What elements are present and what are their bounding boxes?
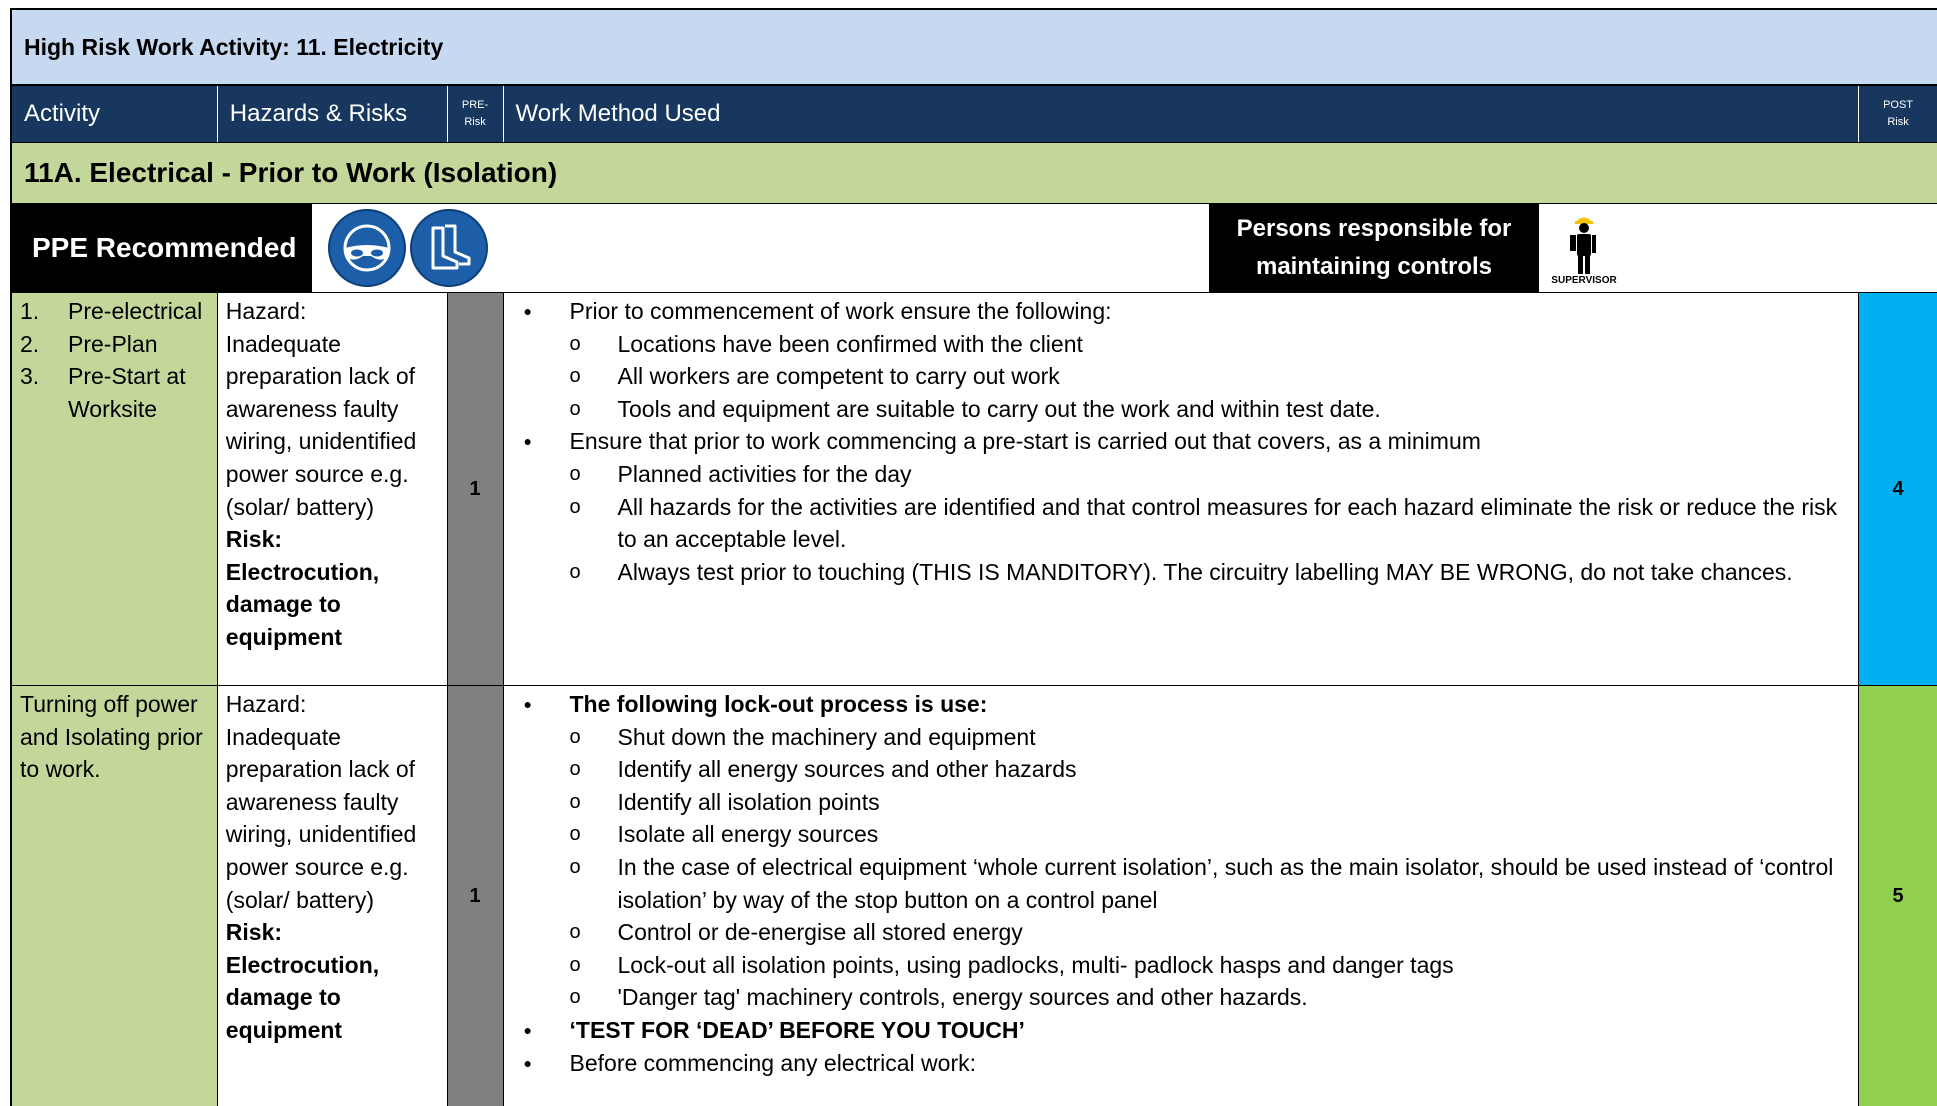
risk-label: Risk: [225,919,283,946]
method-text: Control or de-energise all stored energy [617,919,1023,946]
header-post-line1: POST [1883,99,1914,111]
pre-risk-rating: 1 [447,686,504,1106]
list-text: Pre-Plan [68,330,158,357]
risk-text: Electrocution, damage to equipment [225,951,380,1043]
activity-cell: Turning off power and Isolating prior to… [12,686,218,1106]
method-text: Prior to commencement of work ensure the… [569,298,1112,324]
page-title: High Risk Work Activity: 11. Electricity [10,8,1937,86]
hazard-text: Inadequate preparation lack of awareness… [225,723,417,913]
ppe-icons [312,204,1209,292]
method-text: All workers are competent to carry out w… [617,363,1060,390]
header-hazards: Hazards & Risks [218,86,448,142]
method-subbullet: o All hazards for the activities are iden… [520,491,1847,556]
header-method: Work Method Used [504,86,1860,142]
table-row: 1. Pre-electrical 2. Pre-Plan 3. Pre-Sta… [10,293,1937,686]
method-bullet: ● Before commencing any electrical work: [520,1047,1847,1080]
method-subbullet: o Shut down the machinery and equipment [520,721,1847,754]
activity-cell: 1. Pre-electrical 2. Pre-Plan 3. Pre-Sta… [12,293,218,685]
supervisor-label: SUPERVISOR [1551,275,1617,286]
method-text: The following lock-out process is use: [569,691,988,717]
list-item: 3. Pre-Start at Worksite [20,360,209,425]
header-pre-line2: Risk [464,116,486,128]
post-risk-rating: 4 [1859,293,1937,685]
method-text: Ensure that prior to work commencing a p… [569,428,1481,455]
method-subbullet: o Planned activities for the day [520,458,1847,491]
method-subbullet: o Tools and equipment are suitable to car… [520,393,1847,426]
method-subbullet: o Control or de-energise all stored energ… [520,916,1847,949]
risk-label: Risk: [225,526,283,553]
list-number: 2. [20,330,40,357]
ppe-label: PPE Recommended [12,204,312,292]
ppe-row: PPE Recommended Persons responsible for … [10,204,1937,293]
method-text: Always test prior to touching (THIS IS M… [617,558,1793,585]
list-number: 3. [20,363,40,390]
method-text: Identify all isolation points [617,788,880,815]
list-text: Pre-electrical [68,298,203,324]
header-post-risk: POST Risk [1859,86,1937,142]
method-text: Locations have been confirmed with the c… [617,330,1083,357]
list-number: 1. [20,298,40,324]
method-subbullet: o In the case of electrical equipment ‘wh… [520,851,1847,916]
method-cell: ● Prior to commencement of work ensure th… [504,293,1860,685]
method-subbullet: o 'Danger tag' machinery controls, energy… [520,981,1847,1014]
responsible-line2: maintaining controls [1255,253,1492,280]
method-subbullet: o All workers are competent to carry out … [520,360,1847,393]
hazard-label: Hazard: [225,298,307,324]
hazard-text: Inadequate preparation lack of awareness… [225,330,417,520]
method-text: 'Danger tag' machinery controls, energy … [617,984,1308,1011]
risk-text: Electrocution, damage to equipment [225,558,380,650]
method-text: In the case of electrical equipment ‘who… [617,853,1834,913]
pre-risk-rating: 1 [447,293,504,685]
method-text: Lock-out all isolation points, using pad… [617,951,1454,978]
method-subbullet: o Always test prior to touching (THIS IS … [520,556,1847,589]
header-activity: Activity [12,86,218,142]
method-text: ‘TEST FOR ‘DEAD’ BEFORE YOU TOUCH’ [569,1016,1025,1043]
method-bullet: ● Prior to commencement of work ensure th… [520,295,1847,328]
section-title: 11A. Electrical - Prior to Work (Isolati… [10,142,1937,204]
method-bullet: ● ‘TEST FOR ‘DEAD’ BEFORE YOU TOUCH’ [520,1014,1847,1047]
method-text: Planned activities for the day [617,460,912,487]
method-cell: ● The following lock-out process is use: … [504,686,1860,1106]
safety-glasses-icon [328,209,406,287]
method-subbullet: o Lock-out all isolation points, using pa… [520,949,1847,982]
header-pre-line1: PRE- [461,99,489,111]
table-row: Turning off power and Isolating prior to… [10,686,1937,1106]
responsible-line1: Persons responsible for [1236,215,1512,242]
safety-boots-icon [410,209,488,287]
method-text: Tools and equipment are suitable to carr… [617,395,1381,422]
list-text: Pre-Start at Worksite [68,363,186,422]
table-header: Activity Hazards & Risks PRE- Risk Work … [10,86,1937,142]
hazard-label: Hazard: [225,691,307,717]
responsible-label: Persons responsible for maintaining cont… [1209,204,1539,292]
method-text: Isolate all energy sources [617,821,879,848]
hazard-cell: Hazard: Inadequate preparation lack of a… [218,686,448,1106]
method-subbullet: o Identify all isolation points [520,786,1847,819]
header-post-line2: Risk [1887,116,1909,128]
post-risk-rating: 5 [1859,686,1937,1106]
method-bullet: ● Ensure that prior to work commencing a … [520,425,1847,458]
method-bullet: ● The following lock-out process is use: [520,688,1847,721]
list-item: 1. Pre-electrical [20,295,209,328]
list-item: 2. Pre-Plan [20,328,209,361]
method-text: Shut down the machinery and equipment [617,723,1036,750]
activity-text: Turning off power and Isolating prior to… [20,691,203,783]
risk-assessment-table: High Risk Work Activity: 11. Electricity… [10,8,1937,1106]
method-text: Identify all energy sources and other ha… [617,756,1077,783]
method-text: Before commencing any electrical work: [569,1049,977,1076]
method-text: All hazards for the activities are ident… [617,493,1838,553]
method-subbullet: o Isolate all energy sources [520,818,1847,851]
method-subbullet: o Locations have been confirmed with the … [520,328,1847,361]
supervisor-icon: SUPERVISOR [1539,204,1629,292]
hazard-cell: Hazard: Inadequate preparation lack of a… [218,293,448,685]
header-pre-risk: PRE- Risk [448,86,504,142]
method-subbullet: o Identify all energy sources and other h… [520,753,1847,786]
